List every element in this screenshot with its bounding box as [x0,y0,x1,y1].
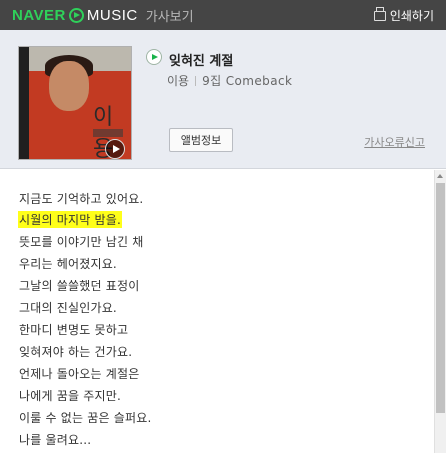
lyrics-panel: 지금도 기억하고 있어요. 시월의 마지막 밤을. 뜻모를 이야기만 남긴 채 … [0,170,434,453]
track-info-panel: 이용 잊혀진 계절 이용 9집 Comeback 앨범정보 가사오류신고 [0,30,446,169]
cover-art-spine [19,47,29,159]
album-link[interactable]: 9집 Comeback [202,72,292,89]
naver-music-logo[interactable]: NAVER MUSIC 가사보기 [12,6,194,25]
artist-link[interactable]: 이용 [167,72,189,89]
lyric-line: 뜻모를 이야기만 남긴 채 [19,235,144,249]
cover-art-face [49,61,89,111]
brand-music: MUSIC [86,6,138,24]
track-title: 잊혀진 계절 [169,54,234,69]
scroll-thumb[interactable] [436,183,445,413]
meta-divider [195,75,197,86]
printer-icon [373,6,386,21]
album-info-button[interactable]: 앨범정보 [169,128,233,152]
lyric-line: 그날의 쓸쓸했던 표정이 [19,279,140,293]
lyric-line: 우리는 헤어졌지요. [19,257,117,271]
page-title: 가사보기 [145,9,194,25]
scroll-up-arrow-icon[interactable] [435,170,446,182]
track-meta: 이용 9집 Comeback [167,72,292,89]
lyric-line: 그대의 진실인가요. [19,301,117,315]
cover-play-icon[interactable] [105,139,125,159]
lyric-line-highlighted: 시월의 마지막 밤을. [18,211,122,228]
lyric-line: 언제나 돌아오는 계절은 [19,367,140,381]
lyric-line: 이룰 수 없는 꿈은 슬퍼요. [19,411,152,425]
lyric-line: 나에게 꿈을 주지만. [19,389,121,403]
lyric-line: 잊혀져야 하는 건가요. [19,345,133,359]
print-button[interactable]: 인쇄하기 [373,6,434,24]
brand-naver: NAVER [12,6,66,24]
lyric-line: 한마디 변명도 못하고 [19,323,129,337]
logo-play-icon [68,7,84,23]
cover-subtitle-mark [93,129,123,137]
track-play-icon[interactable] [146,49,162,65]
report-lyrics-error-link[interactable]: 가사오류신고 [364,134,425,150]
print-label: 인쇄하기 [389,9,434,23]
lyric-line: 지금도 기억하고 있어요. [19,192,144,206]
top-bar: NAVER MUSIC 가사보기 인쇄하기 [0,0,446,30]
lyric-line: 나를 울려요... [19,433,92,447]
album-cover[interactable]: 이용 [18,46,132,160]
lyrics-scrollbar[interactable] [434,170,446,453]
